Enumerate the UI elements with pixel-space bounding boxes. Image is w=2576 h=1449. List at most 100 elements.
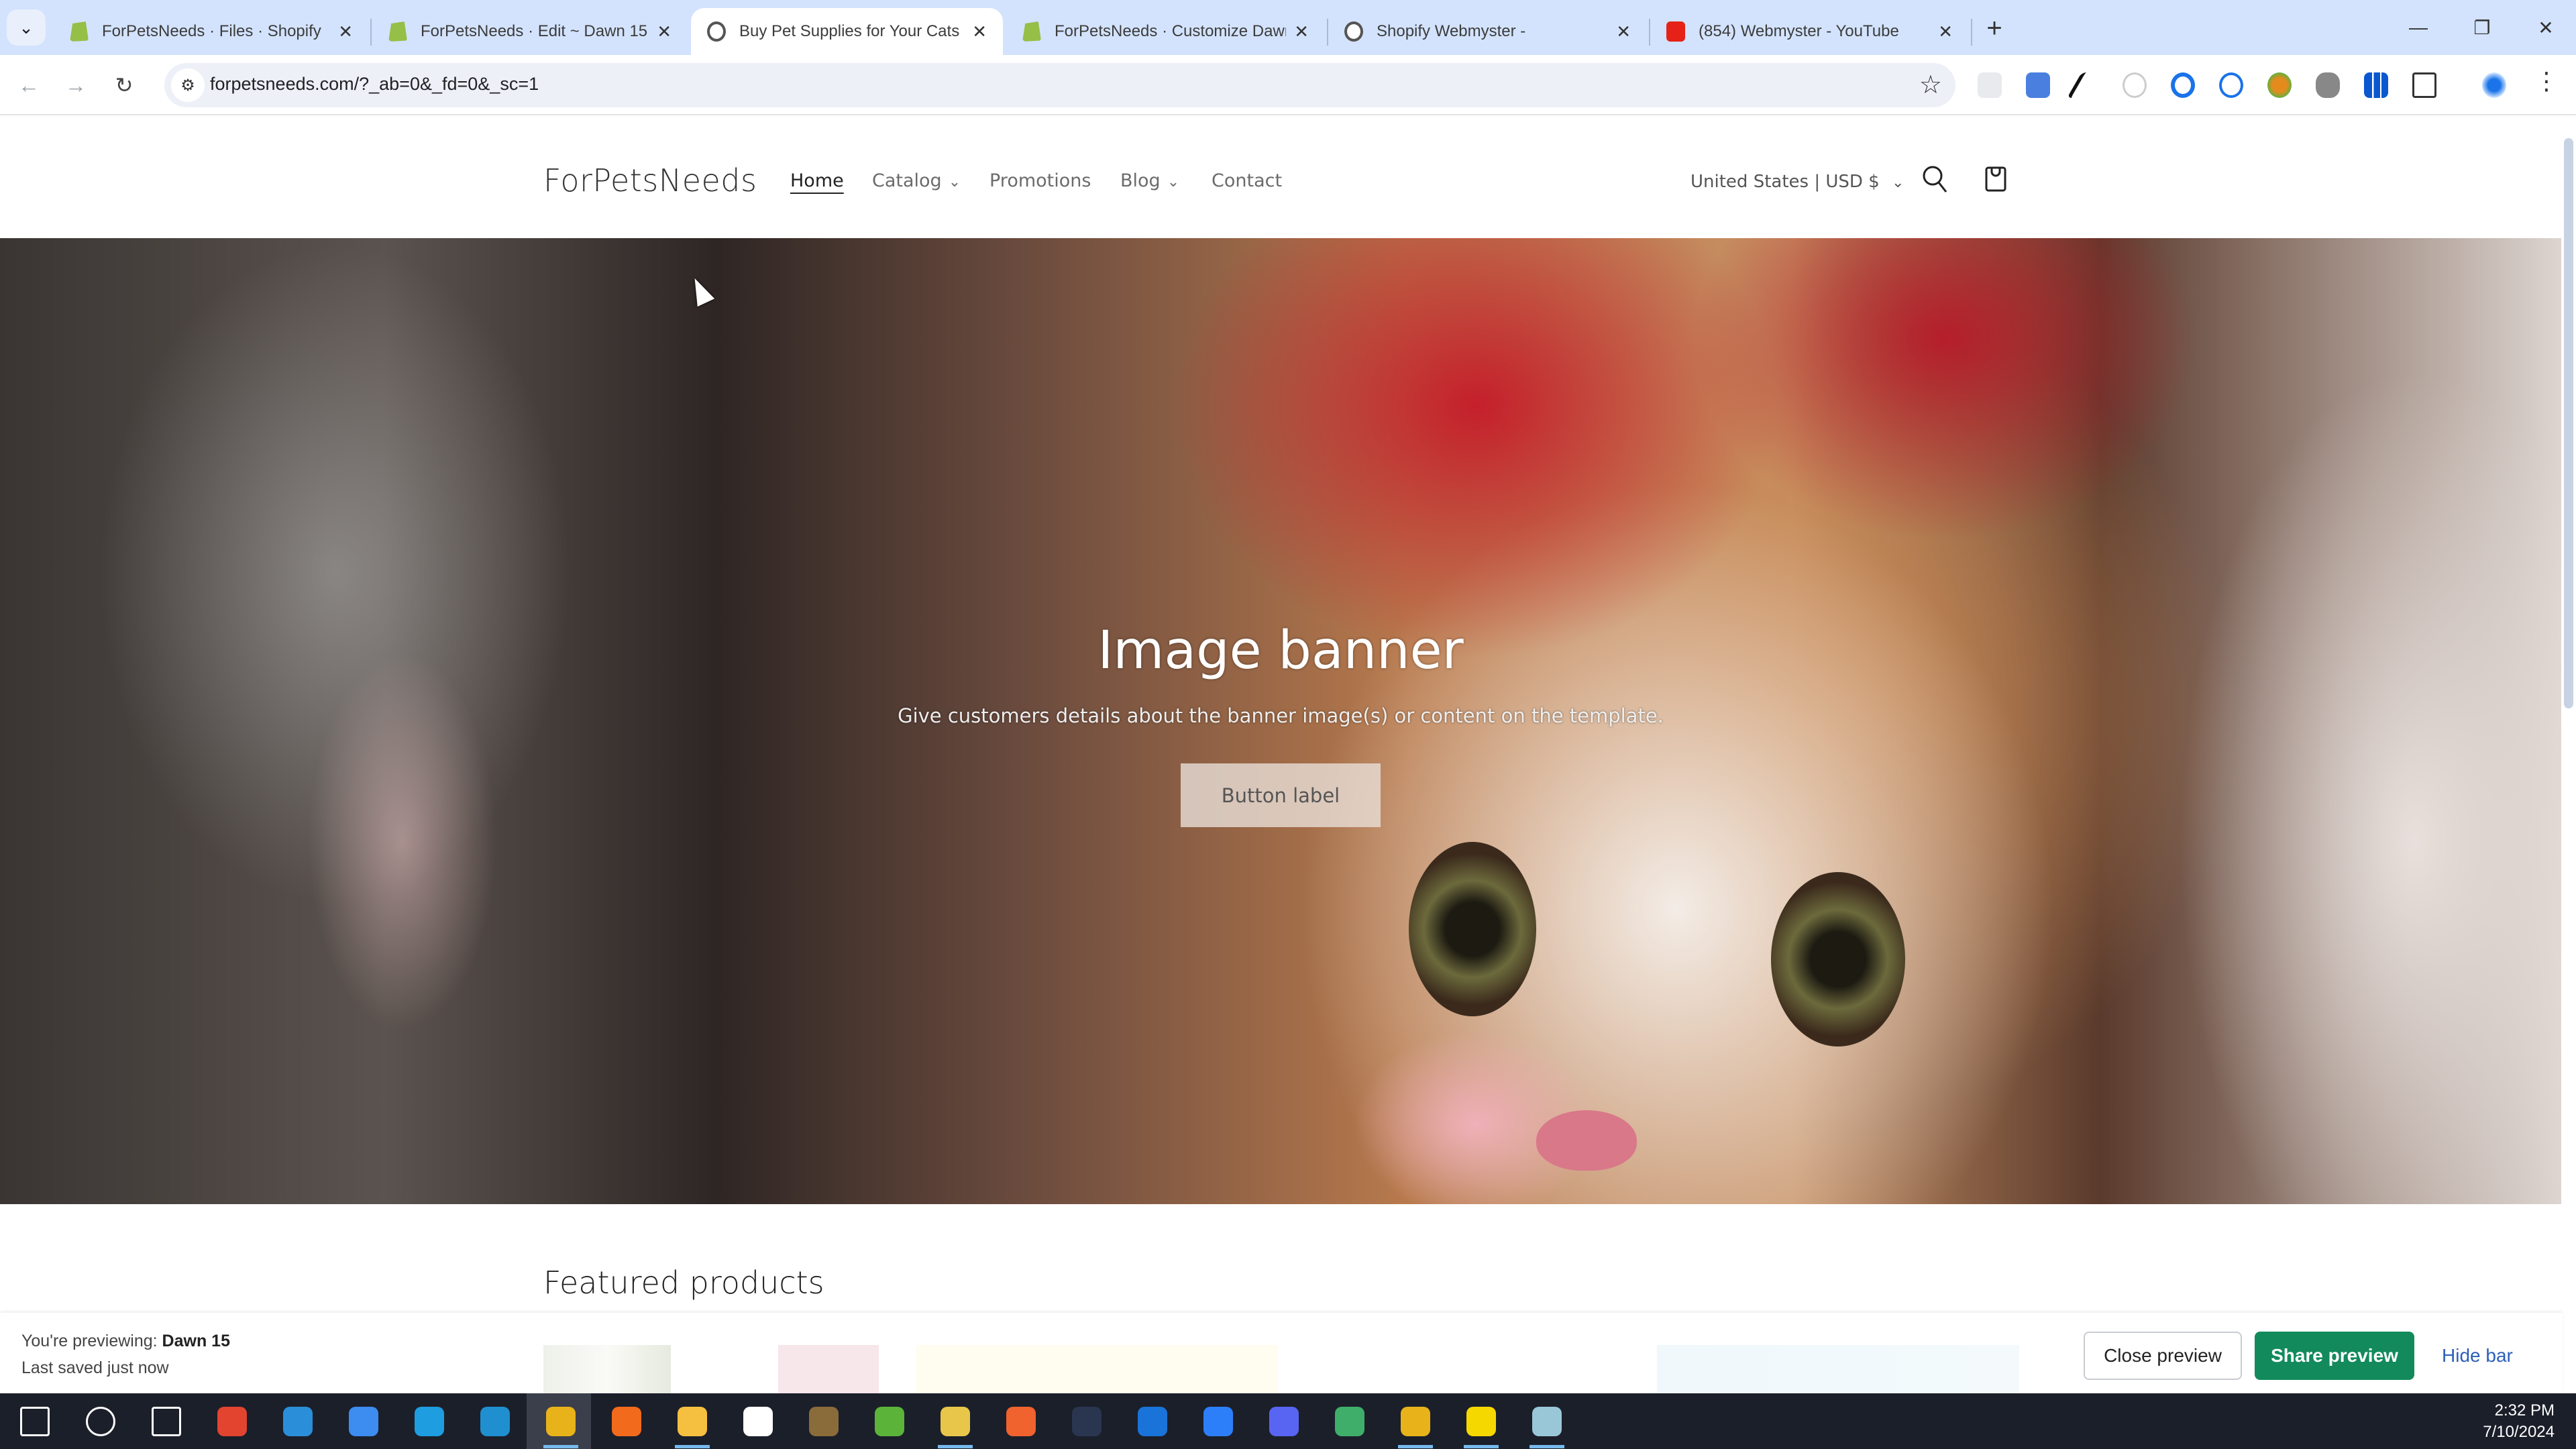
bookmark-star-icon[interactable]: ☆ bbox=[1919, 70, 1942, 100]
nav-blog[interactable]: Blog ⌄ bbox=[1120, 170, 1179, 191]
new-tab-button[interactable]: + bbox=[1976, 9, 2013, 47]
banner-image-detail bbox=[1409, 842, 1536, 1016]
banner-button[interactable]: Button label bbox=[1181, 763, 1381, 827]
nav-label: Blog bbox=[1120, 170, 1161, 191]
clock-time: 2:32 PM bbox=[2494, 1401, 2555, 1419]
nav-label: Catalog bbox=[872, 170, 942, 191]
window-close-button[interactable]: ✕ bbox=[2516, 9, 2576, 46]
tab-edit-dawn[interactable]: ForPetsNeeds · Edit ~ Dawn 15 ✕ bbox=[372, 8, 688, 55]
site-info-icon[interactable]: ⚙ bbox=[171, 68, 205, 102]
extension-9-icon[interactable] bbox=[2364, 72, 2388, 98]
running-indicator bbox=[938, 1445, 973, 1448]
minimize-button[interactable]: — bbox=[2388, 9, 2449, 46]
app-15-icon[interactable] bbox=[941, 1407, 970, 1436]
share-preview-button[interactable]: Share preview bbox=[2255, 1332, 2414, 1380]
back-button[interactable]: ← bbox=[11, 67, 47, 103]
extension-4-icon[interactable] bbox=[2123, 72, 2147, 98]
previewing-label: You're previewing: bbox=[21, 1332, 162, 1350]
search-icon[interactable] bbox=[1915, 160, 1955, 200]
file-explorer-icon[interactable] bbox=[678, 1407, 707, 1436]
clock-date: 7/10/2024 bbox=[2483, 1423, 2555, 1441]
product-image[interactable] bbox=[778, 1345, 879, 1393]
system-clock[interactable]: 2:32 PM 7/10/2024 bbox=[2483, 1400, 2555, 1443]
nav-label: Promotions bbox=[989, 170, 1091, 191]
address-bar[interactable]: ⚙ forpetsneeds.com/?_ab=0&_fd=0&_sc=1 ☆ bbox=[164, 63, 1955, 107]
tab-separator bbox=[370, 19, 372, 46]
sticky-notes-icon[interactable] bbox=[1466, 1407, 1496, 1436]
nav-home[interactable]: Home bbox=[790, 170, 844, 191]
cart-icon[interactable] bbox=[1976, 160, 2016, 200]
product-image[interactable] bbox=[916, 1345, 1278, 1393]
edge-icon[interactable] bbox=[480, 1407, 510, 1436]
close-preview-button[interactable]: Close preview bbox=[2084, 1332, 2242, 1380]
product-image[interactable] bbox=[543, 1345, 671, 1393]
hide-bar-link[interactable]: Hide bar bbox=[2442, 1345, 2513, 1366]
extension-1-icon[interactable] bbox=[1978, 72, 2002, 98]
extension-8-icon[interactable] bbox=[2316, 72, 2340, 98]
close-icon[interactable]: ✕ bbox=[1616, 21, 1631, 42]
zoom-icon[interactable] bbox=[1203, 1407, 1233, 1436]
url-text[interactable]: forpetsneeds.com/?_ab=0&_fd=0&_sc=1 bbox=[210, 74, 539, 95]
app-13-icon[interactable] bbox=[809, 1407, 839, 1436]
vscode-icon[interactable] bbox=[283, 1407, 313, 1436]
country-currency-selector[interactable]: United States | USD $ ⌄ bbox=[1690, 172, 1904, 192]
close-icon[interactable]: ✕ bbox=[338, 21, 353, 42]
google-translate-icon[interactable] bbox=[2026, 72, 2050, 98]
shopify-icon bbox=[1022, 21, 1041, 42]
close-icon[interactable]: ✕ bbox=[972, 21, 987, 42]
restore-button[interactable]: ❐ bbox=[2452, 9, 2512, 46]
shopify-icon bbox=[70, 21, 89, 42]
close-icon[interactable]: ✕ bbox=[1938, 21, 1953, 42]
tab-youtube-webmyster[interactable]: (854) Webmyster - YouTube ✕ bbox=[1650, 8, 1969, 55]
eyedropper-icon[interactable] bbox=[2067, 72, 2091, 98]
discord-icon[interactable] bbox=[1269, 1407, 1299, 1436]
forward-button[interactable]: → bbox=[58, 67, 94, 103]
tab-search-button[interactable]: ⌄ bbox=[7, 9, 46, 46]
theme-name: Dawn 15 bbox=[162, 1332, 230, 1350]
app-14-icon[interactable] bbox=[875, 1407, 904, 1436]
nav-catalog[interactable]: Catalog ⌄ bbox=[872, 170, 961, 191]
extension-5-icon[interactable] bbox=[2171, 72, 2195, 98]
running-indicator bbox=[1529, 1445, 1564, 1448]
youtube-icon bbox=[1666, 21, 1685, 42]
app-18-icon[interactable] bbox=[1138, 1407, 1167, 1436]
app-17-icon[interactable] bbox=[1072, 1407, 1102, 1436]
screen-recorder-icon[interactable] bbox=[217, 1407, 247, 1436]
extensions-puzzle-icon[interactable] bbox=[2412, 72, 2436, 98]
search-icon[interactable] bbox=[86, 1407, 115, 1436]
tab-customize-dawn[interactable]: ForPetsNeeds · Customize Dawn ✕ bbox=[1006, 8, 1325, 55]
scrollbar-thumb[interactable] bbox=[2564, 138, 2573, 708]
store-logo[interactable]: ForPetsNeeds bbox=[543, 162, 757, 199]
copyright-extension-icon[interactable] bbox=[2219, 72, 2243, 98]
browser-menu-icon[interactable]: ⋮ bbox=[2534, 67, 2559, 95]
theme-preview-bar: You're previewing: Dawn 15 Last saved ju… bbox=[0, 1313, 2563, 1393]
firefox-icon[interactable] bbox=[612, 1407, 641, 1436]
app-21-icon[interactable] bbox=[1335, 1407, 1364, 1436]
tab-shopify-webmyster[interactable]: Shopify Webmyster - ✕ bbox=[1328, 8, 1647, 55]
nav-promotions[interactable]: Promotions bbox=[989, 170, 1091, 191]
tab-title: Buy Pet Supplies for Your Cats & bbox=[739, 22, 965, 40]
profile-avatar[interactable] bbox=[2482, 72, 2506, 98]
google-ads-icon[interactable] bbox=[349, 1407, 378, 1436]
chrome-2-icon[interactable] bbox=[1401, 1407, 1430, 1436]
tab-buy-pet-supplies[interactable]: Buy Pet Supplies for Your Cats & ✕ bbox=[691, 8, 1003, 55]
reload-button[interactable]: ↻ bbox=[106, 67, 142, 103]
start-icon[interactable] bbox=[20, 1407, 50, 1436]
mouse-cursor-icon bbox=[686, 274, 715, 307]
microsoft-store-icon[interactable] bbox=[743, 1407, 773, 1436]
nav-contact[interactable]: Contact bbox=[1212, 170, 1282, 191]
nav-label: Home bbox=[790, 170, 844, 191]
product-image[interactable] bbox=[1657, 1345, 2019, 1393]
task-view-icon[interactable] bbox=[152, 1407, 181, 1436]
shopify-icon bbox=[388, 21, 407, 42]
tab-files-shopify[interactable]: ForPetsNeeds · Files · Shopify ✕ bbox=[54, 8, 369, 55]
mail-icon[interactable] bbox=[415, 1407, 444, 1436]
page-scrollbar[interactable] bbox=[2561, 121, 2576, 1392]
app-16-icon[interactable] bbox=[1006, 1407, 1036, 1436]
featured-products-heading: Featured products bbox=[543, 1265, 824, 1301]
close-icon[interactable]: ✕ bbox=[657, 21, 672, 42]
close-icon[interactable]: ✕ bbox=[1294, 21, 1309, 42]
chrome-icon[interactable] bbox=[546, 1407, 576, 1436]
app-24-icon[interactable] bbox=[1532, 1407, 1562, 1436]
extension-7-icon[interactable] bbox=[2267, 72, 2292, 98]
